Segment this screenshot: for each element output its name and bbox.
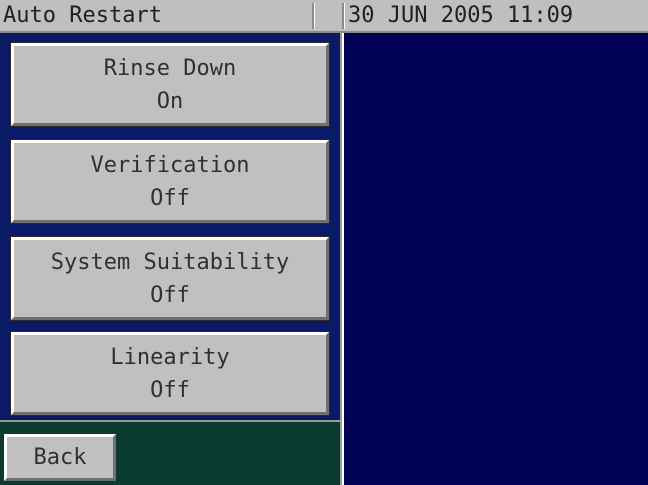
title-divider [312,3,314,29]
rinse-down-label: Rinse Down [103,55,237,81]
verification-label: Verification [90,152,250,178]
main-display-area [344,33,648,485]
footer-bar: Back [0,420,342,485]
system-suitability-value: Off [150,282,190,308]
linearity-value: Off [150,377,190,403]
back-button[interactable]: Back [4,434,116,481]
datetime-divider [342,3,344,29]
menu-panel: Rinse Down On Verification Off System Su… [0,33,342,420]
screen-title: Auto Restart [3,3,162,28]
linearity-label: Linearity [110,344,230,370]
linearity-button[interactable]: Linearity Off [10,331,330,416]
date-time-display: 30 JUN 2005 11:09 [348,3,574,28]
verification-button[interactable]: Verification Off [10,139,330,224]
rinse-down-button[interactable]: Rinse Down On [10,42,330,127]
rinse-down-value: On [156,88,184,114]
system-suitability-label: System Suitability [50,249,290,275]
system-suitability-button[interactable]: System Suitability Off [10,236,330,321]
title-bar: Auto Restart 30 JUN 2005 11:09 [0,0,648,33]
verification-value: Off [150,185,190,211]
